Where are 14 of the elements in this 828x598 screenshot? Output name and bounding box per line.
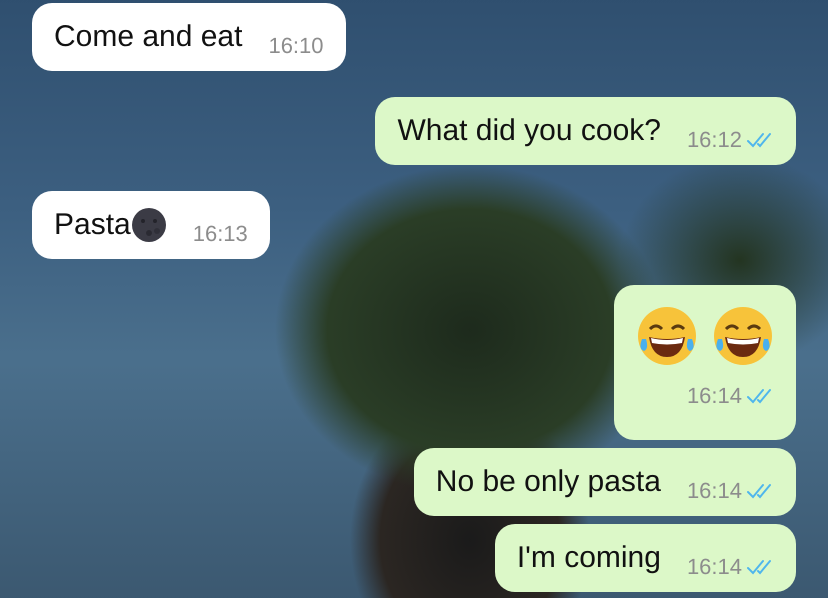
message-text: No be only pasta bbox=[436, 465, 661, 499]
message-time: 16:12 bbox=[686, 127, 742, 153]
laughing-face-icon bbox=[712, 305, 774, 367]
laughing-face-icon bbox=[636, 305, 698, 367]
message-time: 16:13 bbox=[192, 221, 248, 247]
message-time: 16:10 bbox=[268, 33, 324, 59]
message-text: Pasta bbox=[54, 208, 131, 242]
message-time: 16:14 bbox=[686, 478, 742, 504]
moon-face-icon bbox=[130, 207, 167, 243]
message-text: Come and eat bbox=[54, 20, 242, 54]
message-text: I'm coming bbox=[516, 541, 661, 575]
message-text: What did you cook? bbox=[397, 114, 661, 148]
message-time: 16:14 bbox=[686, 554, 742, 580]
message-time: 16:14 bbox=[686, 383, 742, 409]
